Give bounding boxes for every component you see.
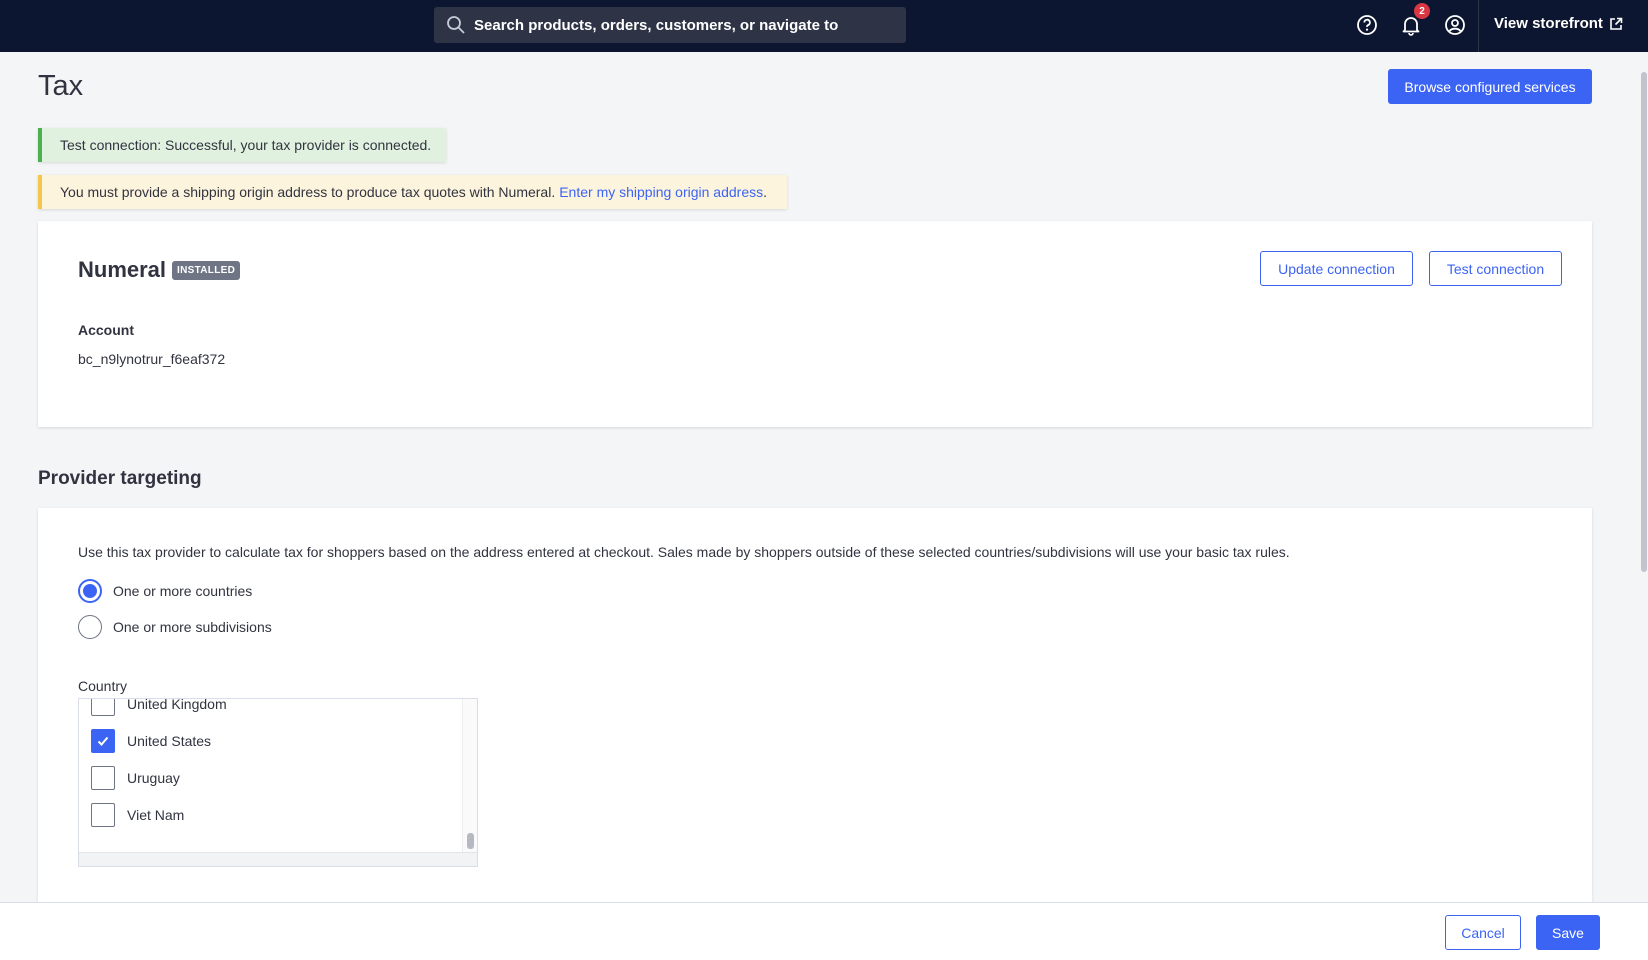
checkbox-united-kingdom[interactable] bbox=[91, 699, 115, 716]
radio-button-selected[interactable] bbox=[78, 579, 102, 603]
save-button[interactable]: Save bbox=[1536, 915, 1600, 950]
global-search-input[interactable]: Search products, orders, customers, or n… bbox=[434, 7, 906, 43]
country-name: Uruguay bbox=[127, 770, 180, 786]
country-name: Viet Nam bbox=[127, 807, 185, 823]
shipping-origin-link[interactable]: Enter my shipping origin address bbox=[559, 184, 763, 200]
footer-action-bar: Cancel Save bbox=[0, 902, 1648, 960]
country-label: Country bbox=[78, 678, 128, 694]
radio-label-countries: One or more countries bbox=[113, 583, 253, 599]
checkbox-uruguay[interactable] bbox=[91, 766, 115, 790]
country-name: United States bbox=[127, 733, 212, 749]
country-item-uruguay[interactable]: Uruguay bbox=[91, 766, 180, 790]
listbox-horizontal-scrollbar[interactable] bbox=[79, 852, 477, 866]
view-storefront-label: View storefront bbox=[1494, 15, 1603, 32]
update-connection-button[interactable]: Update connection bbox=[1260, 251, 1413, 286]
provider-name: Numeral bbox=[78, 257, 167, 282]
notifications-count-badge: 2 bbox=[1414, 3, 1430, 19]
checkmark-icon bbox=[97, 736, 109, 746]
provider-panel: Numeral INSTALLED Update connection Test… bbox=[38, 221, 1592, 427]
country-list: United Kingdom United States Uruguay Vie… bbox=[79, 699, 462, 852]
country-name: United Kingdom bbox=[127, 699, 227, 712]
listbox-scrollbar-track[interactable] bbox=[462, 699, 477, 852]
help-icon[interactable] bbox=[1356, 14, 1378, 36]
search-placeholder: Search products, orders, customers, or n… bbox=[474, 16, 839, 34]
provider-heading: Numeral INSTALLED bbox=[78, 257, 241, 283]
listbox-scrollbar-thumb[interactable] bbox=[467, 833, 474, 849]
warning-alert-suffix: . bbox=[763, 184, 767, 200]
view-storefront-link[interactable]: View storefront bbox=[1494, 15, 1623, 32]
radio-option-subdivisions[interactable]: One or more subdivisions bbox=[78, 615, 272, 639]
cancel-button[interactable]: Cancel bbox=[1445, 915, 1521, 950]
checkbox-viet-nam[interactable] bbox=[91, 803, 115, 827]
browse-configured-services-button[interactable]: Browse configured services bbox=[1388, 69, 1592, 104]
country-item-united-kingdom[interactable]: United Kingdom bbox=[91, 699, 227, 716]
country-item-united-states[interactable]: United States bbox=[91, 729, 211, 753]
country-item-viet-nam[interactable]: Viet Nam bbox=[91, 803, 184, 827]
warning-alert: You must provide a shipping origin addre… bbox=[38, 175, 787, 209]
installed-status-badge: INSTALLED bbox=[172, 260, 241, 280]
targeting-description: Use this tax provider to calculate tax f… bbox=[78, 544, 1290, 560]
provider-targeting-title: Provider targeting bbox=[38, 468, 202, 489]
account-label: Account bbox=[78, 322, 134, 338]
radio-option-countries[interactable]: One or more countries bbox=[78, 579, 252, 603]
page-scrollbar-thumb[interactable] bbox=[1641, 72, 1647, 572]
account-value: bc_n9lynotrur_f6eaf372 bbox=[78, 351, 226, 367]
provider-targeting-panel: Use this tax provider to calculate tax f… bbox=[38, 508, 1592, 908]
search-icon bbox=[447, 16, 465, 34]
radio-label-subdivisions: One or more subdivisions bbox=[113, 619, 272, 635]
success-alert-text: Test connection: Successful, your tax pr… bbox=[60, 137, 432, 153]
account-user-icon[interactable] bbox=[1444, 14, 1466, 36]
checkbox-united-states[interactable] bbox=[91, 729, 115, 753]
success-alert: Test connection: Successful, your tax pr… bbox=[38, 128, 446, 162]
radio-button-unselected[interactable] bbox=[78, 615, 102, 639]
test-connection-button[interactable]: Test connection bbox=[1429, 251, 1562, 286]
top-navigation-bar: Search products, orders, customers, or n… bbox=[0, 0, 1648, 52]
page-title: Tax bbox=[38, 70, 84, 102]
external-link-icon bbox=[1610, 17, 1623, 30]
warning-alert-text: You must provide a shipping origin addre… bbox=[60, 184, 556, 200]
topbar-divider bbox=[1478, 0, 1479, 52]
country-listbox[interactable]: United Kingdom United States Uruguay Vie… bbox=[78, 698, 478, 867]
